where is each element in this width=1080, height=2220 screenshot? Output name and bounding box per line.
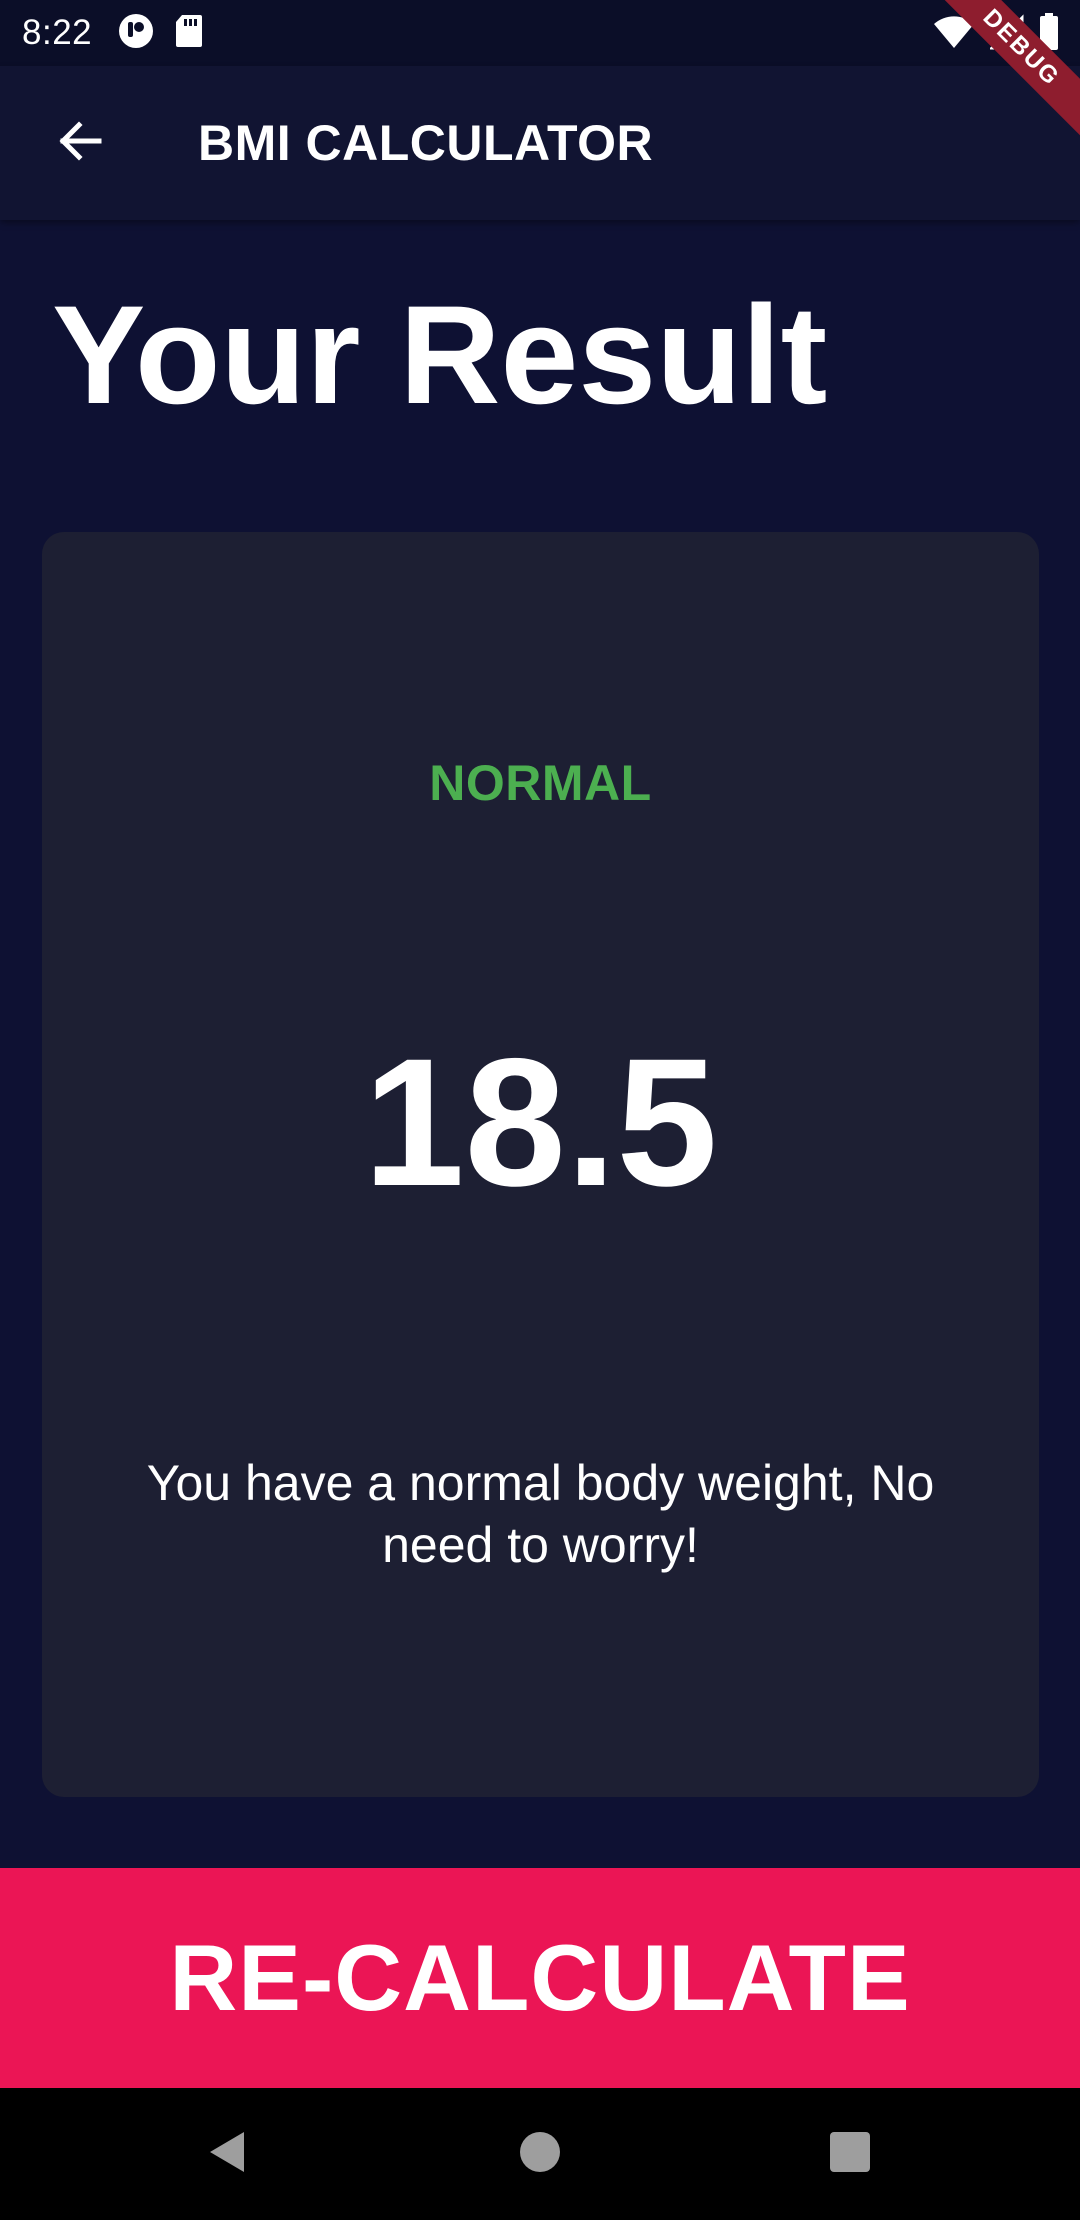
page-title: Your Result (52, 276, 828, 433)
messenger-icon (116, 11, 156, 56)
result-card: NORMAL 18.5 You have a normal body weigh… (42, 532, 1039, 1797)
bmi-value: 18.5 (363, 1020, 718, 1224)
recalculate-label: RE-CALCULATE (169, 1925, 911, 2030)
screen: 8:22 DEBUG BMI CALCULATOR Your Result NO… (0, 0, 1080, 2220)
recents-square-icon (826, 2128, 874, 2181)
recalculate-button[interactable]: RE-CALCULATE (0, 1868, 1080, 2088)
sd-card-icon (174, 13, 204, 54)
app-bar: BMI CALCULATOR (0, 66, 1080, 220)
back-button[interactable] (40, 103, 120, 183)
arrow-back-icon (55, 116, 105, 171)
nav-home-button[interactable] (504, 2118, 576, 2190)
result-status: NORMAL (429, 755, 652, 811)
result-message: You have a normal body weight, No need t… (146, 1455, 935, 1573)
status-bar: 8:22 (0, 0, 1080, 66)
status-time: 8:22 (22, 13, 93, 52)
nav-back-button[interactable] (192, 2118, 264, 2190)
nav-recents-button[interactable] (814, 2118, 886, 2190)
app-title: BMI CALCULATOR (198, 115, 654, 171)
home-circle-icon (516, 2128, 564, 2181)
system-nav-bar (0, 2088, 1080, 2220)
back-triangle-icon (204, 2128, 252, 2181)
